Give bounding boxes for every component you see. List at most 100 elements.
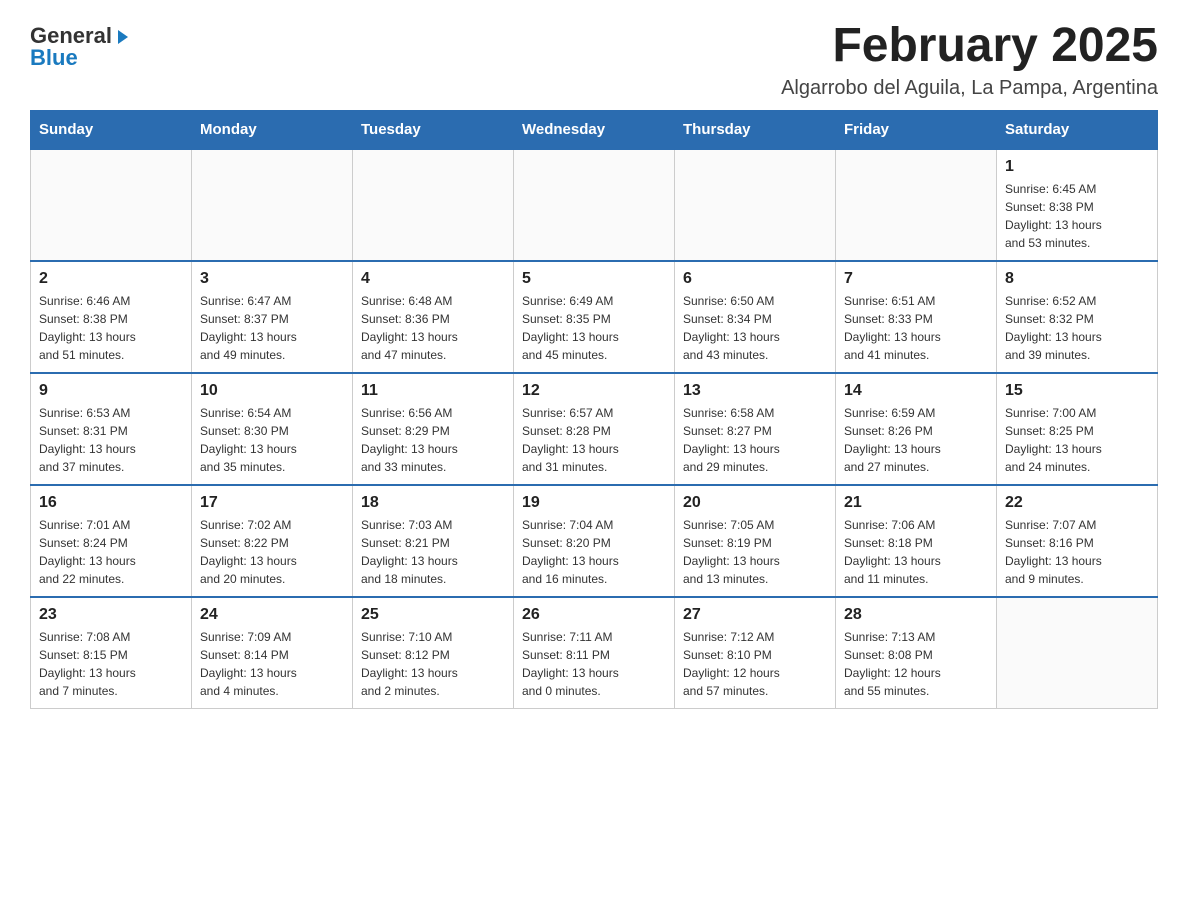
day-number: 27	[683, 606, 827, 624]
day-number: 9	[39, 382, 183, 400]
day-number: 26	[522, 606, 666, 624]
table-row: 19 Sunrise: 7:04 AM Sunset: 8:20 PM Dayli…	[514, 485, 675, 597]
table-row: 12 Sunrise: 6:57 AM Sunset: 8:28 PM Dayli…	[514, 373, 675, 485]
table-row	[353, 149, 514, 261]
table-row: 1 Sunrise: 6:45 AM Sunset: 8:38 PM Daylig…	[997, 149, 1158, 261]
table-row: 2 Sunrise: 6:46 AM Sunset: 8:38 PM Daylig…	[31, 261, 192, 373]
header-monday: Monday	[192, 110, 353, 149]
day-info: Sunrise: 7:01 AM Sunset: 8:24 PM Dayligh…	[39, 516, 183, 588]
table-row: 15 Sunrise: 7:00 AM Sunset: 8:25 PM Dayli…	[997, 373, 1158, 485]
table-row: 18 Sunrise: 7:03 AM Sunset: 8:21 PM Dayli…	[353, 485, 514, 597]
calendar-week-row: 9 Sunrise: 6:53 AM Sunset: 8:31 PM Daylig…	[31, 373, 1158, 485]
table-row: 26 Sunrise: 7:11 AM Sunset: 8:11 PM Dayli…	[514, 597, 675, 709]
logo-general-text: General	[30, 25, 112, 47]
day-number: 17	[200, 494, 344, 512]
day-number: 6	[683, 270, 827, 288]
table-row	[675, 149, 836, 261]
table-row: 7 Sunrise: 6:51 AM Sunset: 8:33 PM Daylig…	[836, 261, 997, 373]
table-row: 25 Sunrise: 7:10 AM Sunset: 8:12 PM Dayli…	[353, 597, 514, 709]
day-number: 21	[844, 494, 988, 512]
table-row: 8 Sunrise: 6:52 AM Sunset: 8:32 PM Daylig…	[997, 261, 1158, 373]
day-number: 7	[844, 270, 988, 288]
calendar-week-row: 1 Sunrise: 6:45 AM Sunset: 8:38 PM Daylig…	[31, 149, 1158, 261]
day-info: Sunrise: 7:04 AM Sunset: 8:20 PM Dayligh…	[522, 516, 666, 588]
day-info: Sunrise: 6:53 AM Sunset: 8:31 PM Dayligh…	[39, 404, 183, 476]
table-row	[31, 149, 192, 261]
table-row: 3 Sunrise: 6:47 AM Sunset: 8:37 PM Daylig…	[192, 261, 353, 373]
table-row	[836, 149, 997, 261]
table-row: 13 Sunrise: 6:58 AM Sunset: 8:27 PM Dayli…	[675, 373, 836, 485]
day-info: Sunrise: 6:57 AM Sunset: 8:28 PM Dayligh…	[522, 404, 666, 476]
day-number: 22	[1005, 494, 1149, 512]
month-title: February 2025	[781, 20, 1158, 73]
day-number: 2	[39, 270, 183, 288]
header-saturday: Saturday	[997, 110, 1158, 149]
day-number: 15	[1005, 382, 1149, 400]
header-sunday: Sunday	[31, 110, 192, 149]
day-number: 8	[1005, 270, 1149, 288]
day-number: 3	[200, 270, 344, 288]
table-row: 24 Sunrise: 7:09 AM Sunset: 8:14 PM Dayli…	[192, 597, 353, 709]
table-row: 28Sunrise: 7:13 AM Sunset: 8:08 PM Dayli…	[836, 597, 997, 709]
day-number: 1	[1005, 158, 1149, 176]
calendar-week-row: 2 Sunrise: 6:46 AM Sunset: 8:38 PM Daylig…	[31, 261, 1158, 373]
day-info: Sunrise: 6:46 AM Sunset: 8:38 PM Dayligh…	[39, 292, 183, 364]
day-info: Sunrise: 7:10 AM Sunset: 8:12 PM Dayligh…	[361, 628, 505, 700]
day-info: Sunrise: 7:06 AM Sunset: 8:18 PM Dayligh…	[844, 516, 988, 588]
day-info: Sunrise: 7:03 AM Sunset: 8:21 PM Dayligh…	[361, 516, 505, 588]
day-info: Sunrise: 7:00 AM Sunset: 8:25 PM Dayligh…	[1005, 404, 1149, 476]
day-number: 24	[200, 606, 344, 624]
logo: General Blue	[30, 20, 132, 69]
table-row: 11 Sunrise: 6:56 AM Sunset: 8:29 PM Dayli…	[353, 373, 514, 485]
day-info: Sunrise: 6:51 AM Sunset: 8:33 PM Dayligh…	[844, 292, 988, 364]
table-row: 16Sunrise: 7:01 AM Sunset: 8:24 PM Dayli…	[31, 485, 192, 597]
day-info: Sunrise: 7:05 AM Sunset: 8:19 PM Dayligh…	[683, 516, 827, 588]
day-info: Sunrise: 6:52 AM Sunset: 8:32 PM Dayligh…	[1005, 292, 1149, 364]
day-info: Sunrise: 6:59 AM Sunset: 8:26 PM Dayligh…	[844, 404, 988, 476]
logo-blue-text: Blue	[30, 47, 78, 69]
table-row	[514, 149, 675, 261]
header-friday: Friday	[836, 110, 997, 149]
day-number: 23	[39, 606, 183, 624]
day-number: 18	[361, 494, 505, 512]
day-number: 19	[522, 494, 666, 512]
day-number: 12	[522, 382, 666, 400]
day-number: 10	[200, 382, 344, 400]
day-info: Sunrise: 7:07 AM Sunset: 8:16 PM Dayligh…	[1005, 516, 1149, 588]
weekday-header-row: Sunday Monday Tuesday Wednesday Thursday…	[31, 110, 1158, 149]
day-number: 14	[844, 382, 988, 400]
logo-arrow-icon	[114, 28, 132, 46]
title-section: February 2025 Algarrobo del Aguila, La P…	[781, 20, 1158, 100]
day-info: Sunrise: 7:12 AM Sunset: 8:10 PM Dayligh…	[683, 628, 827, 700]
day-number: 20	[683, 494, 827, 512]
table-row: 20 Sunrise: 7:05 AM Sunset: 8:19 PM Dayli…	[675, 485, 836, 597]
day-number: 5	[522, 270, 666, 288]
day-info: Sunrise: 7:09 AM Sunset: 8:14 PM Dayligh…	[200, 628, 344, 700]
day-number: 25	[361, 606, 505, 624]
location: Algarrobo del Aguila, La Pampa, Argentin…	[781, 77, 1158, 100]
table-row: 14 Sunrise: 6:59 AM Sunset: 8:26 PM Dayli…	[836, 373, 997, 485]
table-row: 21 Sunrise: 7:06 AM Sunset: 8:18 PM Dayli…	[836, 485, 997, 597]
day-info: Sunrise: 6:47 AM Sunset: 8:37 PM Dayligh…	[200, 292, 344, 364]
day-number: 11	[361, 382, 505, 400]
header-wednesday: Wednesday	[514, 110, 675, 149]
table-row: 23 Sunrise: 7:08 AM Sunset: 8:15 PM Dayli…	[31, 597, 192, 709]
table-row	[997, 597, 1158, 709]
calendar-week-row: 23 Sunrise: 7:08 AM Sunset: 8:15 PM Dayli…	[31, 597, 1158, 709]
day-info: Sunrise: 6:49 AM Sunset: 8:35 PM Dayligh…	[522, 292, 666, 364]
day-number: 4	[361, 270, 505, 288]
table-row: 17Sunrise: 7:02 AM Sunset: 8:22 PM Dayli…	[192, 485, 353, 597]
day-number: 13	[683, 382, 827, 400]
day-info: Sunrise: 6:45 AM Sunset: 8:38 PM Dayligh…	[1005, 180, 1149, 252]
day-info: Sunrise: 6:58 AM Sunset: 8:27 PM Dayligh…	[683, 404, 827, 476]
header-thursday: Thursday	[675, 110, 836, 149]
page-header: General Blue February 2025 Algarrobo del…	[30, 20, 1158, 100]
day-info: Sunrise: 7:08 AM Sunset: 8:15 PM Dayligh…	[39, 628, 183, 700]
day-info: Sunrise: 7:11 AM Sunset: 8:11 PM Dayligh…	[522, 628, 666, 700]
table-row	[192, 149, 353, 261]
day-info: Sunrise: 6:56 AM Sunset: 8:29 PM Dayligh…	[361, 404, 505, 476]
day-info: Sunrise: 6:50 AM Sunset: 8:34 PM Dayligh…	[683, 292, 827, 364]
day-info: Sunrise: 6:48 AM Sunset: 8:36 PM Dayligh…	[361, 292, 505, 364]
table-row: 4 Sunrise: 6:48 AM Sunset: 8:36 PM Daylig…	[353, 261, 514, 373]
day-info: Sunrise: 6:54 AM Sunset: 8:30 PM Dayligh…	[200, 404, 344, 476]
